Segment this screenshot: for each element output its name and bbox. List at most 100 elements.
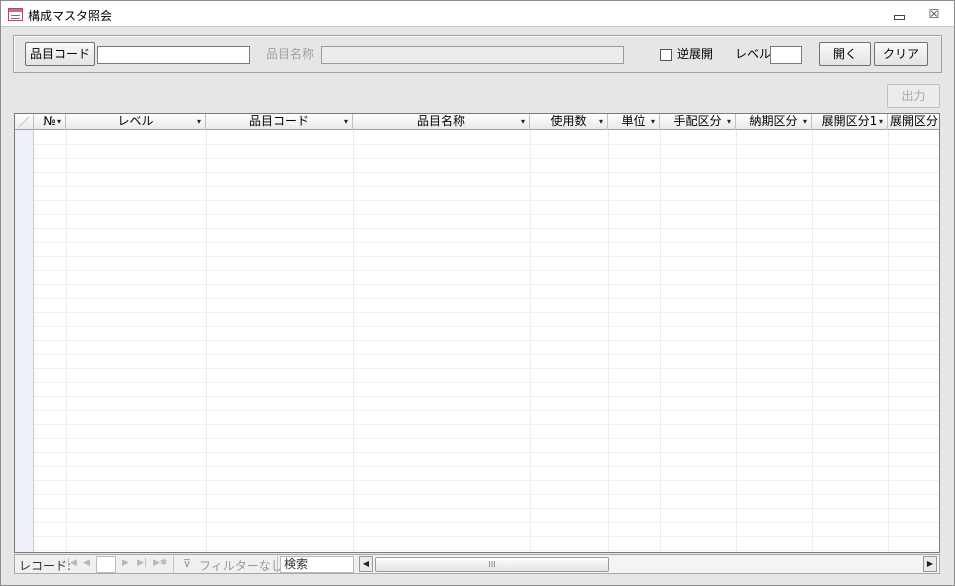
sort-arrow-icon[interactable]: ▾ bbox=[521, 114, 525, 129]
column-header-unit[interactable]: 単位 ▾ bbox=[608, 114, 660, 130]
last-record-icon[interactable]: ▶| bbox=[137, 558, 147, 568]
row-line bbox=[34, 424, 939, 425]
column-label: 展開区分 bbox=[890, 114, 939, 128]
row-line bbox=[34, 214, 939, 215]
close-icon[interactable]: ☒ bbox=[926, 7, 942, 21]
row-line bbox=[34, 256, 939, 257]
row-line bbox=[34, 452, 939, 453]
column-label: 展開区分1 bbox=[821, 114, 878, 128]
horizontal-scrollbar[interactable]: ◀ III ▶ bbox=[359, 556, 939, 573]
previous-record-icon[interactable]: ◀ bbox=[83, 558, 90, 568]
item-code-input[interactable] bbox=[97, 46, 250, 64]
grid-line bbox=[736, 130, 737, 552]
grid-line bbox=[888, 130, 889, 552]
clear-button[interactable]: クリア bbox=[874, 42, 928, 66]
sort-arrow-icon[interactable]: ▾ bbox=[344, 114, 348, 129]
nav-separator bbox=[277, 555, 278, 574]
column-label: 品目名称 bbox=[416, 114, 465, 128]
scroll-thumb[interactable]: III bbox=[375, 557, 609, 572]
column-label: 手配区分 bbox=[673, 114, 722, 128]
form-window: 構成マスタ照会 ☒ 品目コード 品目名称 逆展開 レベル 開く クリア 出力 №… bbox=[0, 0, 955, 586]
row-line bbox=[34, 340, 939, 341]
row-line bbox=[34, 508, 939, 509]
column-header-quantity[interactable]: 使用数 ▾ bbox=[530, 114, 608, 130]
item-code-button[interactable]: 品目コード bbox=[25, 42, 95, 66]
sort-arrow-icon[interactable]: ▾ bbox=[879, 114, 883, 129]
sort-arrow-icon[interactable]: ▾ bbox=[599, 114, 603, 129]
nav-separator bbox=[173, 555, 174, 574]
search-input[interactable]: 検索 bbox=[280, 556, 354, 573]
row-line bbox=[34, 228, 939, 229]
sort-arrow-icon[interactable]: ▾ bbox=[57, 114, 61, 129]
reverse-label: 逆展開 bbox=[677, 47, 714, 61]
row-line bbox=[34, 354, 939, 355]
grid-line bbox=[530, 130, 531, 552]
column-header-arrangement[interactable]: 手配区分 ▾ bbox=[660, 114, 736, 130]
grid-line bbox=[812, 130, 813, 552]
sort-arrow-icon[interactable]: ▾ bbox=[803, 114, 807, 129]
first-record-icon[interactable]: |◀ bbox=[67, 558, 77, 568]
title-bar: 構成マスタ照会 ☒ bbox=[1, 1, 954, 27]
column-header-expansion[interactable]: 展開区分 bbox=[888, 114, 939, 130]
row-line bbox=[34, 410, 939, 411]
output-button[interactable]: 出力 bbox=[887, 84, 940, 108]
row-line bbox=[34, 158, 939, 159]
row-line bbox=[34, 438, 939, 439]
row-line bbox=[34, 284, 939, 285]
grid-line bbox=[608, 130, 609, 552]
row-line bbox=[34, 368, 939, 369]
column-label: № bbox=[43, 114, 56, 128]
sort-arrow-icon[interactable]: ▾ bbox=[727, 114, 731, 129]
reverse-checkbox[interactable] bbox=[660, 49, 672, 61]
row-line bbox=[34, 172, 939, 173]
form-icon bbox=[8, 8, 23, 21]
column-header-no[interactable]: № ▾ bbox=[34, 114, 66, 130]
grid-line bbox=[353, 130, 354, 552]
next-record-icon[interactable]: ▶ bbox=[122, 558, 129, 568]
filter-icon[interactable]: ⊽ bbox=[183, 557, 191, 570]
row-line bbox=[34, 298, 939, 299]
column-label: 品目コード bbox=[248, 114, 309, 128]
sort-arrow-icon[interactable]: ▾ bbox=[197, 114, 201, 129]
column-header-expansion-1[interactable]: 展開区分1 ▾ bbox=[812, 114, 888, 130]
window-title: 構成マスタ照会 bbox=[28, 9, 113, 23]
row-line bbox=[34, 550, 939, 551]
column-label: 納期区分 bbox=[749, 114, 798, 128]
column-header-item-code[interactable]: 品目コード ▾ bbox=[206, 114, 353, 130]
record-label: レコード: bbox=[19, 559, 72, 573]
search-panel: 品目コード 品目名称 逆展開 レベル 開く クリア bbox=[13, 35, 942, 73]
item-name-label: 品目名称 bbox=[266, 47, 315, 61]
scroll-right-icon[interactable]: ▶ bbox=[923, 556, 937, 572]
column-header-level[interactable]: レベル ▾ bbox=[66, 114, 206, 130]
row-line bbox=[34, 396, 939, 397]
record-navigation-bar: レコード: |◀ ◀ ▶ ▶| ▶✱ ⊽ フィルターなし 検索 ◀ III ▶ bbox=[14, 554, 940, 574]
row-line bbox=[34, 480, 939, 481]
row-line bbox=[34, 144, 939, 145]
row-line bbox=[34, 536, 939, 537]
grid-line bbox=[660, 130, 661, 552]
column-header-delivery[interactable]: 納期区分 ▾ bbox=[736, 114, 812, 130]
row-line bbox=[34, 522, 939, 523]
grid-header: № ▾ レベル ▾ 品目コード ▾ 品目名称 ▾ 使用数 ▾ 単位 ▾ 手配区分… bbox=[15, 114, 939, 130]
item-name-field bbox=[321, 46, 624, 64]
row-line bbox=[34, 242, 939, 243]
grid-line bbox=[66, 130, 67, 552]
scroll-left-icon[interactable]: ◀ bbox=[359, 556, 373, 572]
filter-status[interactable]: フィルターなし bbox=[199, 557, 283, 574]
current-record-input[interactable] bbox=[96, 556, 116, 573]
select-all-corner[interactable] bbox=[15, 114, 34, 130]
row-line bbox=[34, 494, 939, 495]
level-label: レベル bbox=[735, 47, 772, 61]
level-input[interactable] bbox=[770, 46, 802, 64]
row-line bbox=[34, 200, 939, 201]
row-line bbox=[34, 312, 939, 313]
column-header-item-name[interactable]: 品目名称 ▾ bbox=[353, 114, 530, 130]
row-line bbox=[34, 466, 939, 467]
open-button[interactable]: 開く bbox=[819, 42, 871, 66]
record-selector-column[interactable] bbox=[15, 130, 34, 552]
row-line bbox=[34, 326, 939, 327]
minimize-icon[interactable] bbox=[891, 7, 907, 21]
grid-line bbox=[206, 130, 207, 552]
new-record-icon[interactable]: ▶✱ bbox=[153, 558, 167, 568]
sort-arrow-icon[interactable]: ▾ bbox=[651, 114, 655, 129]
